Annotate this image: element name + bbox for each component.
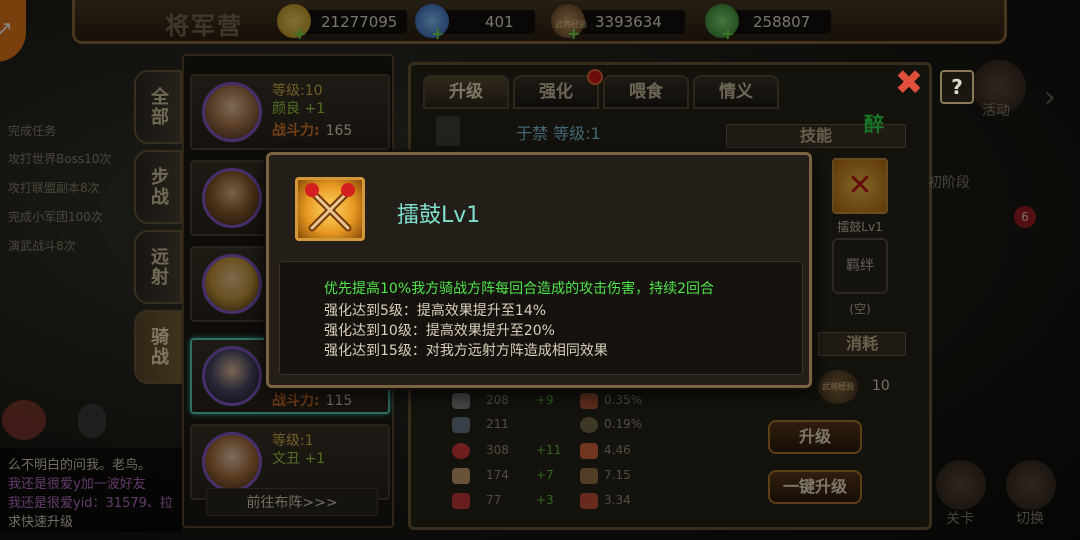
upgrade-effect-text: 强化达到10级：提高效果提升至20%	[324, 323, 555, 339]
help-button[interactable]: ?	[940, 70, 974, 104]
close-icon[interactable]: ✖	[892, 66, 926, 100]
skill-description: 优先提高10%我方骑战方阵每回合造成的攻击伤害，持续2回合 强化达到5级：提高效…	[279, 261, 803, 375]
skill-detail-popup: 擂鼓Lv1 优先提高10%我方骑战方阵每回合造成的攻击伤害，持续2回合 强化达到…	[266, 152, 812, 388]
drum-skill-icon	[295, 177, 365, 241]
main-effect-text: 优先提高10%我方骑战方阵每回合造成的攻击伤害，持续2回合	[324, 281, 715, 297]
upgrade-effect-text: 强化达到15级：对我方远射方阵造成相同效果	[324, 343, 608, 359]
popup-title: 擂鼓Lv1	[397, 203, 481, 228]
upgrade-effect-text: 强化达到5级：提高效果提升至14%	[324, 303, 547, 319]
